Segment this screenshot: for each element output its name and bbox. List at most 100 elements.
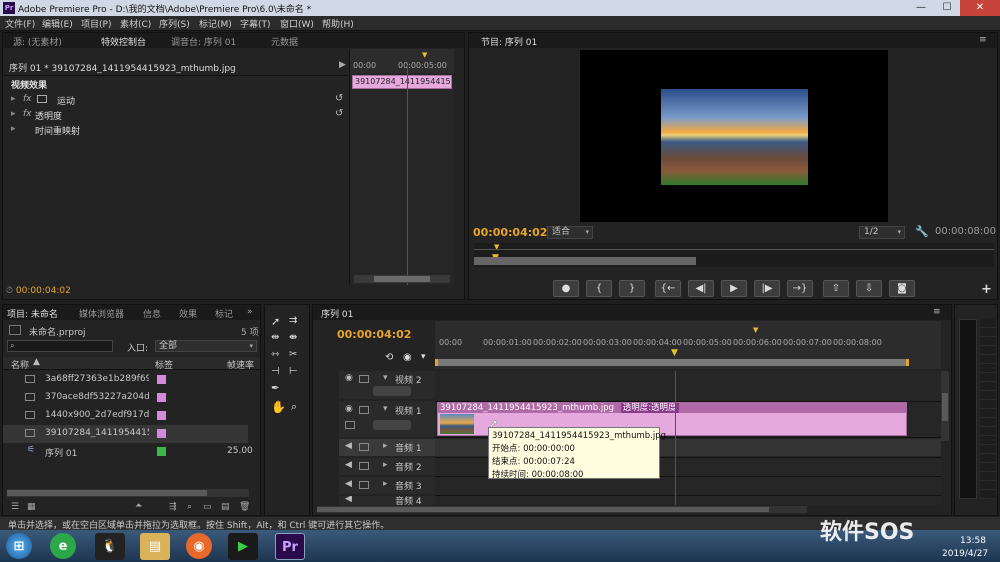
- menu-edit[interactable]: 编辑(E): [42, 17, 73, 30]
- tab-audio-mixer[interactable]: 调音台: 序列 01: [171, 35, 236, 48]
- project-item[interactable]: 3a68ff27363e1b289f69628: [3, 371, 248, 389]
- timeline-vscroll[interactable]: [941, 371, 949, 441]
- play-arrow-icon[interactable]: ▶: [339, 60, 346, 70]
- tab-metadata[interactable]: 元数据: [271, 35, 298, 48]
- lock-icon[interactable]: [359, 481, 369, 489]
- zoom-tool-icon[interactable]: ⌕: [291, 400, 297, 414]
- speaker-icon[interactable]: ◀: [345, 460, 352, 470]
- effect-row-time-remap[interactable]: ▸ 时间重映射: [11, 124, 351, 138]
- extract-button[interactable]: ⇩: [856, 280, 882, 297]
- menu-file[interactable]: 文件(F): [5, 17, 35, 30]
- tab-source[interactable]: 源: (无素材): [13, 35, 62, 48]
- lock-icon[interactable]: [359, 462, 369, 470]
- step-back-button[interactable]: ◀|: [688, 280, 714, 297]
- timeline-ruler[interactable]: ▼ 00:00 00:00:01:00 00:00:02:00 00:00:03…: [435, 321, 941, 369]
- minimize-button[interactable]: —: [908, 0, 934, 16]
- selection-tool-icon[interactable]: ➚: [271, 315, 280, 328]
- maximize-button[interactable]: ☐: [934, 0, 960, 16]
- fit-dropdown[interactable]: 适合 ▾: [547, 226, 593, 239]
- wrench-icon[interactable]: 🔧: [915, 225, 929, 238]
- speaker-icon[interactable]: ◀: [345, 479, 352, 489]
- track-select-icon[interactable]: ⇉: [289, 315, 297, 326]
- display-style-icon[interactable]: [345, 421, 355, 429]
- menu-sequence[interactable]: 序列(S): [159, 17, 190, 30]
- timeline-playhead[interactable]: [675, 371, 676, 505]
- fx-icon[interactable]: fx: [23, 94, 32, 104]
- tab-project[interactable]: 项目: 未命名: [7, 307, 58, 320]
- program-timecode[interactable]: 00:00:04:02: [473, 226, 547, 239]
- premiere-taskbar-icon[interactable]: Pr: [275, 533, 305, 560]
- rolling-edit-icon[interactable]: ⇼: [289, 332, 297, 343]
- expand-arrow-icon[interactable]: ▾: [383, 373, 388, 383]
- column-label[interactable]: 标签: [155, 358, 173, 371]
- timeline-timecode[interactable]: 00:00:04:02: [337, 328, 411, 341]
- panel-overflow-icon[interactable]: »: [247, 307, 253, 317]
- reset-icon[interactable]: ↺: [335, 93, 343, 104]
- program-video-frame[interactable]: [580, 50, 888, 222]
- effect-scrollbar[interactable]: [354, 275, 450, 283]
- eye-icon[interactable]: ◉: [345, 404, 353, 414]
- menu-window[interactable]: 窗口(W): [280, 17, 314, 30]
- expand-arrow-icon[interactable]: ▸: [11, 94, 16, 104]
- expand-arrow-icon[interactable]: ▸: [11, 109, 16, 119]
- expand-arrow-icon[interactable]: ▾: [383, 404, 388, 414]
- add-marker-button[interactable]: ●: [553, 280, 579, 297]
- effect-row-opacity[interactable]: ▸ fx 透明度 ↺: [11, 108, 351, 123]
- lock-icon[interactable]: [359, 375, 369, 383]
- mark-in-button[interactable]: {: [586, 280, 612, 297]
- lock-icon[interactable]: [359, 443, 369, 451]
- play-button[interactable]: ▶: [721, 280, 747, 297]
- speaker-icon[interactable]: ◀: [345, 496, 352, 504]
- playhead-marker-icon[interactable]: ▼: [671, 348, 678, 358]
- tab-program[interactable]: 节目: 序列 01: [481, 35, 537, 48]
- effect-clip-bar[interactable]: 39107284_1411954415923_: [352, 75, 452, 89]
- project-item[interactable]: 370ace8df53227a204d64c7: [3, 389, 248, 407]
- expand-arrow-icon[interactable]: ▸: [383, 479, 388, 489]
- hand-tool-icon[interactable]: ✋: [271, 400, 286, 414]
- close-button[interactable]: ✕: [960, 0, 1000, 16]
- tab-sequence[interactable]: 序列 01: [321, 307, 353, 320]
- lift-button[interactable]: ⇧: [823, 280, 849, 297]
- project-item-selected[interactable]: 39107284_1411954415923_: [3, 425, 248, 443]
- speaker-icon[interactable]: ◀: [345, 441, 352, 451]
- menu-clip[interactable]: 素材(C): [120, 17, 151, 30]
- automate-icon[interactable]: ⇶: [169, 502, 177, 512]
- keyframe-nav[interactable]: [373, 386, 411, 396]
- qq-icon[interactable]: 🐧: [95, 533, 125, 560]
- icon-view-icon[interactable]: ▦: [27, 502, 36, 512]
- zoom-slider-icon[interactable]: ⏶: [135, 501, 142, 511]
- step-forward-button[interactable]: |▶: [754, 280, 780, 297]
- tab-effect-controls[interactable]: 特效控制台: [101, 35, 146, 48]
- sort-up-icon[interactable]: ▲: [33, 357, 40, 367]
- find-icon[interactable]: ⌕: [187, 502, 192, 512]
- export-frame-button[interactable]: ◙: [889, 280, 915, 297]
- eye-icon[interactable]: ◉: [345, 373, 353, 383]
- resolution-dropdown[interactable]: 1/2 ▾: [859, 226, 905, 239]
- project-item[interactable]: 1440x900_2d7edf917d2889: [3, 407, 248, 425]
- new-bin-icon[interactable]: ▭: [203, 502, 212, 512]
- zoom-bar[interactable]: [474, 257, 696, 265]
- project-scrollbar[interactable]: [7, 489, 249, 497]
- browser-360-icon[interactable]: e: [50, 533, 76, 559]
- slip-tool-icon[interactable]: ⊣: [271, 366, 280, 377]
- keyframe-nav[interactable]: [373, 420, 411, 430]
- mark-out-button[interactable]: }: [619, 280, 645, 297]
- tab-info[interactable]: 信息: [143, 307, 161, 320]
- in-dropdown[interactable]: 全部 ▾: [155, 340, 257, 352]
- start-button-icon[interactable]: ⊞: [6, 533, 32, 559]
- effect-row-motion[interactable]: ▸ fx 运动 ↺: [11, 93, 351, 108]
- menu-help[interactable]: 帮助(H): [322, 17, 354, 30]
- fx-icon[interactable]: fx: [23, 109, 32, 119]
- project-search-input[interactable]: ⌕: [7, 340, 113, 352]
- column-framerate[interactable]: 帧速率: [227, 358, 254, 371]
- menu-marker[interactable]: 标记(M): [199, 17, 232, 30]
- add-button[interactable]: +: [981, 282, 992, 297]
- list-view-icon[interactable]: ☰: [11, 502, 19, 512]
- expand-arrow-icon[interactable]: ▸: [383, 441, 388, 451]
- panel-menu-icon[interactable]: ≡: [979, 35, 987, 45]
- tab-media-browser[interactable]: 媒体浏览器: [79, 307, 124, 320]
- tab-effects[interactable]: 效果: [179, 307, 197, 320]
- razor-icon[interactable]: ✂: [289, 349, 297, 360]
- effect-mini-timeline[interactable]: 00:00 00:00:05:00 ▼ 39107284_14119544159…: [349, 49, 454, 285]
- menu-project[interactable]: 项目(P): [81, 17, 111, 30]
